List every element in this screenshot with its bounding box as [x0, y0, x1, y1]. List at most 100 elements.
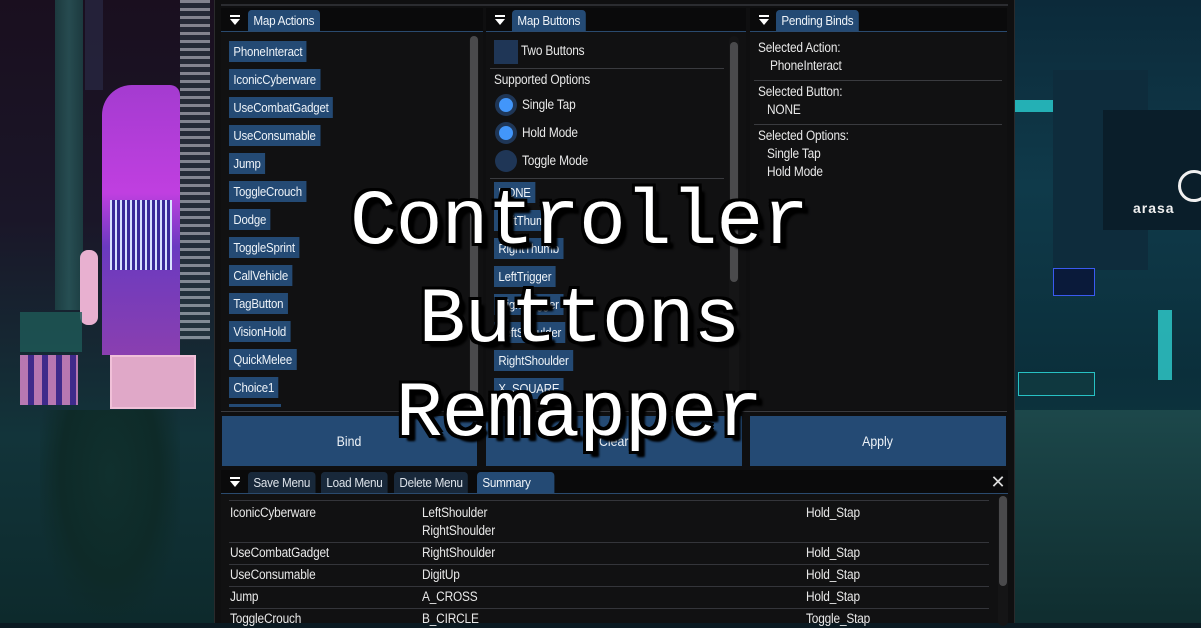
hold-mode-label: Hold Mode: [522, 125, 578, 140]
summary-action: Jump: [230, 589, 259, 604]
toggle-mode-label: Toggle Mode: [522, 153, 589, 168]
selected-button-value: NONE: [767, 102, 801, 117]
button-item[interactable]: RightTrigger: [494, 294, 564, 315]
summary-button: B_CIRCLE: [422, 611, 479, 626]
collapse-triangle-icon[interactable]: [758, 14, 770, 26]
button-item[interactable]: NONE: [494, 182, 536, 203]
summary-action: UseCombatGadget: [230, 545, 330, 560]
selected-button-label: Selected Button:: [758, 84, 843, 99]
action-item[interactable]: QuickMelee: [229, 349, 297, 370]
selected-action-label: Selected Action:: [758, 40, 841, 55]
tab-pending-binds[interactable]: Pending Binds: [776, 10, 859, 31]
summary-button: DigitUp: [422, 567, 460, 582]
separator: [221, 411, 1007, 412]
summary-mode: Hold_Stap: [806, 589, 860, 604]
summary-button: LeftShoulder: [422, 505, 488, 520]
row-separator: [229, 500, 989, 501]
action-item[interactable]: CallVehicle: [229, 265, 293, 286]
action-item[interactable]: UseCombatGadget: [229, 97, 334, 118]
summary-mode: Hold_Stap: [806, 505, 860, 520]
clear-button-label: Clear: [599, 433, 629, 449]
summary-mode: Hold_Stap: [806, 567, 860, 582]
action-item[interactable]: ToggleCrouch: [229, 181, 307, 202]
summary-scrollbar-thumb[interactable]: [999, 496, 1007, 586]
map-actions-scrollbar-thumb[interactable]: [470, 36, 478, 410]
pending-binds-panel: Pending Binds Selected Action: PhoneInte…: [750, 8, 1007, 410]
row-separator: [229, 586, 989, 587]
summary-mode: Toggle_Stap: [806, 611, 871, 626]
summary-scrollbar[interactable]: [998, 496, 1008, 626]
button-item[interactable]: RightShoulder: [494, 350, 574, 371]
pending-binds-header: Pending Binds: [750, 8, 1007, 32]
single-tap-label: Single Tap: [522, 97, 576, 112]
collapse-triangle-icon[interactable]: [229, 14, 241, 26]
hold-mode-radio[interactable]: [495, 122, 517, 144]
map-buttons-header: Map Buttons: [486, 8, 746, 32]
action-item[interactable]: UseConsumable: [229, 125, 321, 146]
button-item[interactable]: LeftShoulder: [494, 322, 566, 343]
tab-summary[interactable]: Summary: [477, 472, 554, 493]
row-separator: [229, 608, 989, 609]
tab-map-buttons[interactable]: Map Buttons: [512, 10, 586, 31]
map-actions-scrollbar[interactable]: [469, 36, 479, 410]
bind-button[interactable]: Bind: [222, 416, 477, 466]
summary-button: RightShoulder: [422, 523, 496, 538]
two-buttons-checkbox[interactable]: [494, 40, 518, 64]
map-actions-panel: Map Actions PhoneInteract IconicCyberwar…: [221, 8, 483, 410]
tab-map-actions[interactable]: Map Actions: [248, 10, 320, 31]
collapse-triangle-icon[interactable]: [494, 14, 506, 26]
tab-delete-menu[interactable]: Delete Menu: [394, 472, 469, 493]
action-item[interactable]: IconicCyberware: [229, 69, 321, 90]
summary-action: IconicCyberware: [230, 505, 316, 520]
summary-mode: Hold_Stap: [806, 545, 860, 560]
remapper-window: Map Actions PhoneInteract IconicCyberwar…: [214, 0, 1015, 626]
apply-button-label: Apply: [862, 433, 894, 449]
selected-option-value: Single Tap: [767, 146, 821, 161]
action-item[interactable]: PhoneInteract: [229, 41, 307, 62]
apply-button[interactable]: Apply: [750, 416, 1006, 466]
summary-action: ToggleCrouch: [230, 611, 302, 626]
separator: [754, 124, 1002, 125]
action-item[interactable]: Jump: [229, 153, 266, 174]
two-buttons-label: Two Buttons: [521, 43, 585, 58]
map-buttons-scrollbar-thumb[interactable]: [730, 42, 738, 282]
bind-button-label: Bind: [337, 433, 362, 449]
button-item[interactable]: X_SQUARE: [494, 378, 564, 399]
background-cityscape-left: [0, 0, 214, 623]
action-item[interactable]: VisionHold: [229, 321, 291, 342]
action-item[interactable]: TagButton: [229, 293, 288, 314]
background-cityscape-right: arasa: [1013, 0, 1201, 623]
selected-options-label: Selected Options:: [758, 128, 849, 143]
button-item[interactable]: RightThumb: [494, 238, 564, 259]
action-item[interactable]: ToggleSprint: [229, 237, 300, 258]
separator: [490, 178, 724, 179]
bottom-tab-bar: Save Menu Load Menu Delete Menu Summary …: [221, 470, 1008, 494]
tab-load-menu[interactable]: Load Menu: [321, 472, 388, 493]
action-item[interactable]: Dodge: [229, 209, 271, 230]
button-item[interactable]: LeftTrigger: [494, 266, 556, 287]
summary-action: UseConsumable: [230, 567, 316, 582]
selected-action-value: PhoneInteract: [770, 58, 842, 73]
single-tap-radio[interactable]: [495, 94, 517, 116]
summary-panel: Save Menu Load Menu Delete Menu Summary …: [221, 470, 1008, 626]
separator: [754, 80, 1002, 81]
toggle-mode-radio[interactable]: [495, 150, 517, 172]
action-item[interactable]: Choice1: [229, 377, 279, 398]
map-buttons-scrollbar[interactable]: [729, 36, 739, 410]
collapse-triangle-icon[interactable]: [229, 476, 241, 488]
summary-button: A_CROSS: [422, 589, 478, 604]
map-buttons-panel: Map Buttons Two Buttons Supported Option…: [486, 8, 746, 410]
summary-button: RightShoulder: [422, 545, 496, 560]
close-icon[interactable]: ✕: [990, 473, 1006, 491]
window-top-border: [221, 4, 1008, 6]
selected-option-value: Hold Mode: [767, 164, 823, 179]
separator: [490, 68, 724, 69]
row-separator: [229, 564, 989, 565]
clear-button[interactable]: Clear: [486, 416, 742, 466]
tab-save-menu[interactable]: Save Menu: [248, 472, 316, 493]
supported-options-label: Supported Options: [494, 72, 591, 87]
action-item-partial: [229, 404, 281, 407]
map-actions-header: Map Actions: [221, 8, 483, 32]
button-item[interactable]: LeftThumb: [494, 210, 556, 231]
row-separator: [229, 542, 989, 543]
